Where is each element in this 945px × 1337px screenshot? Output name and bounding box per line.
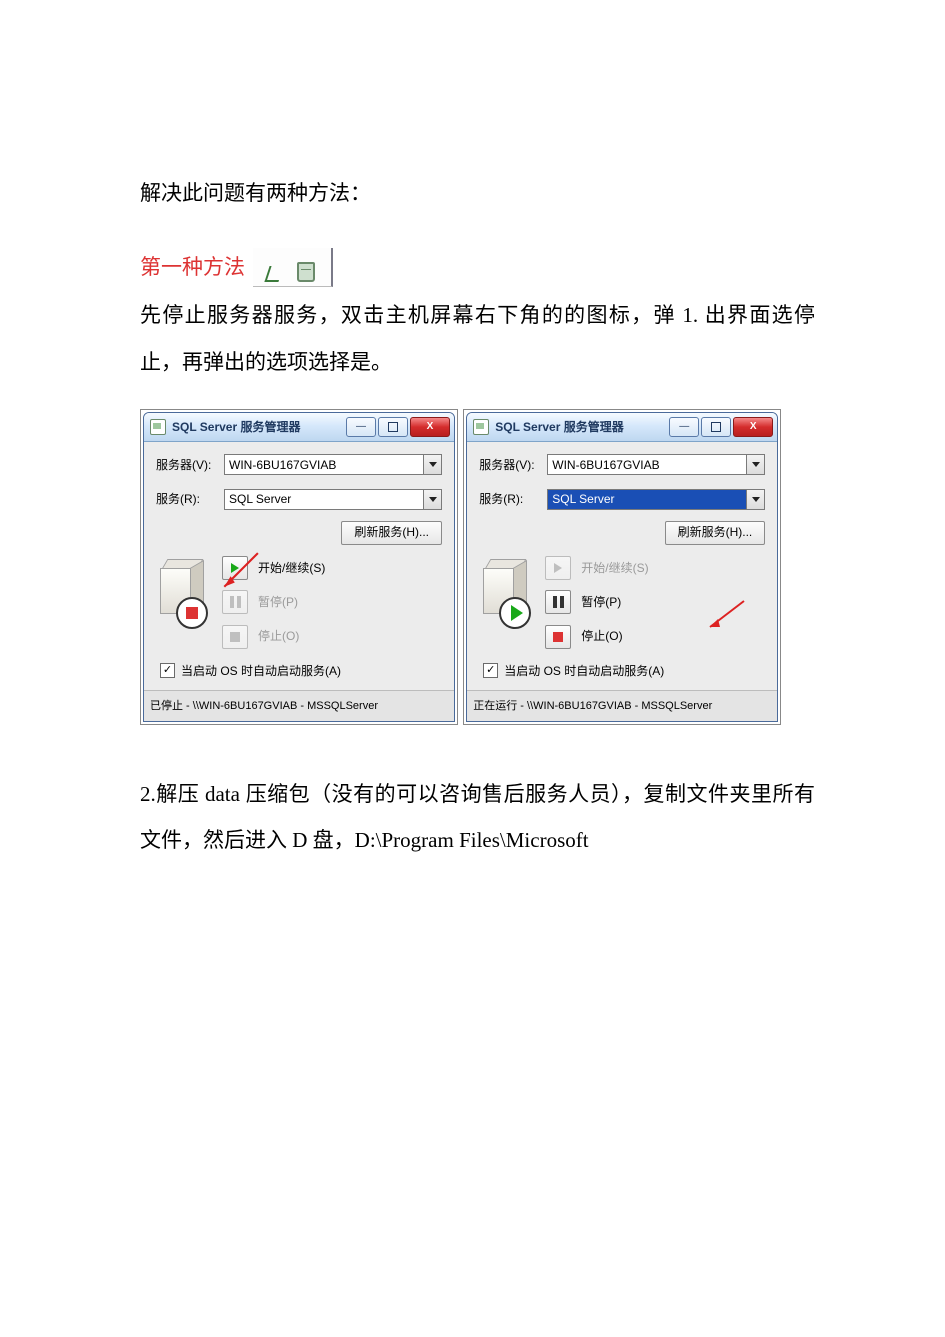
service-combo-value: SQL Server [552,486,614,512]
refresh-button[interactable]: 刷新服务(H)... [665,521,766,545]
chevron-down-icon[interactable] [423,490,441,509]
sql-service-manager-dialog-running: SQL Server 服务管理器 — X 服务器(V): WIN-6BU167G… [466,412,778,723]
server-combo-value: WIN-6BU167GVIAB [552,452,659,478]
status-bar: 已停止 - \\WIN-6BU167GVIAB - MSSQLServer [144,690,454,721]
server-status-icon [483,559,529,615]
minimize-button[interactable]: — [669,417,699,437]
paragraph-1: 先停止服务器服务，双击主机屏幕右下角的的图标，弹 1. 出界面选停止，再弹出的选… [140,292,815,384]
red-arrow-annotation [705,599,747,633]
status-bar: 正在运行 - \\WIN-6BU167GVIAB - MSSQLServer [467,690,777,721]
server-label: 服务器(V): [156,452,224,478]
status-running-icon [499,597,531,629]
tray-icon-clip [253,248,333,287]
service-combo-selected[interactable]: SQL Server [547,489,765,510]
dialog-2-wrap: SQL Server 服务管理器 — X 服务器(V): WIN-6BU167G… [463,409,781,726]
dialog-1-wrap: SQL Server 服务管理器 — X 服务器(V): WIN-6BU167G… [140,409,458,726]
start-button[interactable] [222,556,248,580]
autostart-label: 当启动 OS 时自动启动服务(A) [181,658,341,684]
service-combo-value: SQL Server [229,486,291,512]
method1-label: 第一种方法 [140,244,245,290]
method1-line: 第一种方法 [140,244,815,290]
pause-icon [553,596,564,608]
start-button [545,556,571,580]
refresh-button[interactable]: 刷新服务(H)... [341,521,442,545]
titlebar: SQL Server 服务管理器 — X [467,413,777,442]
window-title: SQL Server 服务管理器 [172,414,340,440]
service-label: 服务(R): [156,486,224,512]
stop-label: 停止(O) [258,623,299,649]
service-label: 服务(R): [479,486,547,512]
pause-button[interactable] [545,590,571,614]
pause-label: 暂停(P) [258,589,298,615]
minimize-button[interactable]: — [346,417,376,437]
play-icon [554,563,562,573]
maximize-button[interactable] [701,417,731,437]
stop-label: 停止(O) [581,623,622,649]
server-label: 服务器(V): [479,452,547,478]
stop-button [222,625,248,649]
service-combo[interactable]: SQL Server [224,489,442,510]
maximize-button[interactable] [378,417,408,437]
stop-icon [553,632,563,642]
pause-button [222,590,248,614]
close-button[interactable]: X [410,417,450,437]
app-icon [473,419,489,435]
start-label: 开始/继续(S) [258,555,325,581]
autostart-checkbox[interactable]: ✓ [483,663,498,678]
server-status-icon [160,559,206,615]
server-combo[interactable]: WIN-6BU167GVIAB [547,454,765,475]
close-button[interactable]: X [733,417,773,437]
autostart-checkbox[interactable]: ✓ [160,663,175,678]
pause-label: 暂停(P) [581,589,621,615]
autostart-label: 当启动 OS 时自动启动服务(A) [504,658,664,684]
chevron-down-icon[interactable] [746,490,764,509]
server-combo[interactable]: WIN-6BU167GVIAB [224,454,442,475]
status-stopped-icon [176,597,208,629]
chevron-down-icon[interactable] [423,455,441,474]
stop-button[interactable] [545,625,571,649]
server-combo-value: WIN-6BU167GVIAB [229,452,336,478]
window-title: SQL Server 服务管理器 [495,414,663,440]
pause-icon [230,596,241,608]
db-tray-icon [297,262,315,282]
start-label: 开始/继续(S) [581,555,648,581]
titlebar: SQL Server 服务管理器 — X [144,413,454,442]
intro-text: 解决此问题有两种方法： [140,170,815,216]
stop-icon [230,632,240,642]
paragraph-2: 2.解压 data 压缩包（没有的可以咨询售后服务人员），复制文件夹里所有文件，… [140,771,815,863]
play-icon [231,563,239,573]
sql-service-manager-dialog-stopped: SQL Server 服务管理器 — X 服务器(V): WIN-6BU167G… [143,412,455,723]
chevron-down-icon[interactable] [746,455,764,474]
app-icon [150,419,166,435]
